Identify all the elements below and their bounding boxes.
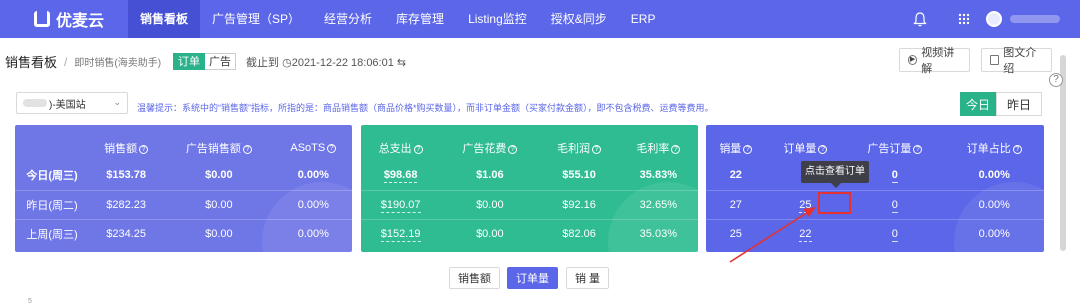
chart-axis-tick: 5 (28, 298, 32, 305)
metric-orders-button[interactable]: 订单量 (507, 267, 558, 289)
metric-sales-button[interactable]: 销售额 (449, 267, 500, 289)
annotation-arrow-icon (729, 207, 816, 263)
metric-units-button[interactable]: 销 量 (566, 267, 609, 289)
